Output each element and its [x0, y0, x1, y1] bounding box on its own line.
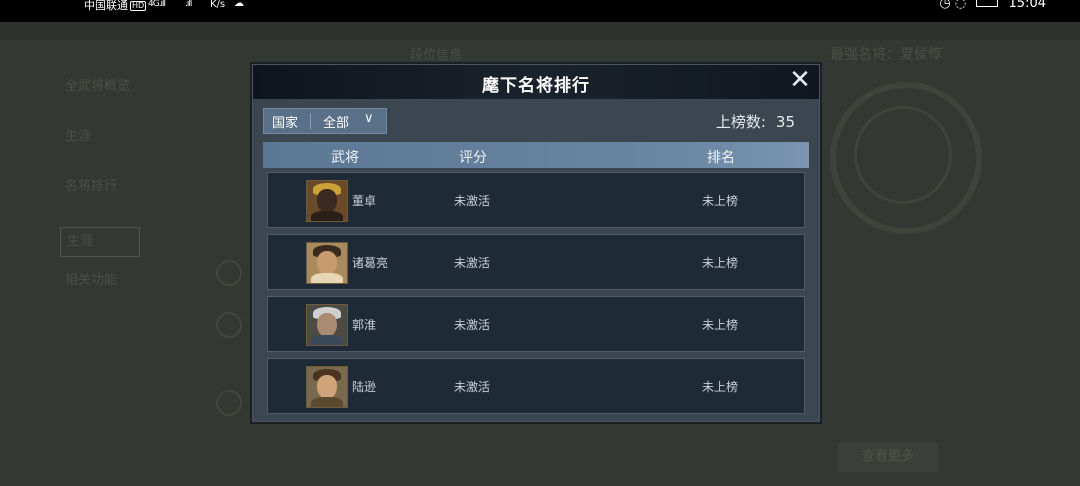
general-name: 陆逊	[352, 380, 377, 394]
camera-icon	[216, 390, 242, 416]
table-row[interactable]: 诸葛亮 未激活 未上榜	[267, 234, 805, 290]
table-row[interactable]: 陆逊 未激活 未上榜	[267, 358, 805, 414]
general-score: 未激活	[454, 318, 491, 332]
general-score: 未激活	[454, 256, 491, 270]
alarm-icon: ◷	[939, 0, 951, 11]
column-header-rank: 排名	[707, 150, 735, 166]
mute-icon: ◌	[954, 0, 967, 11]
carrier-label: 中国联通 HD	[84, 0, 147, 12]
general-portrait	[306, 242, 348, 284]
hd-icon: HD	[130, 1, 147, 11]
country-filter-dropdown[interactable]: 国家 全部 ∨	[263, 108, 387, 134]
emblem-inner	[854, 106, 952, 204]
filter-divider	[310, 113, 311, 129]
side-nav-item-selected[interactable]: 生涯	[60, 227, 140, 257]
side-nav-item[interactable]: 名将排行	[40, 177, 180, 227]
general-rank: 未上榜	[702, 380, 739, 394]
general-name: 诸葛亮	[352, 256, 389, 270]
general-rank: 未上榜	[702, 256, 739, 270]
side-nav: 全武将概览 生涯 名将排行 生涯 相关功能	[40, 77, 180, 321]
ranked-count-value: 35	[775, 113, 795, 131]
signal-icon: 4G.ıll	[148, 0, 166, 9]
general-name: 郭淮	[352, 318, 377, 332]
rank-info-label: 段位信息	[410, 48, 463, 63]
column-header-score: 评分	[459, 150, 487, 166]
general-rank: 未上榜	[702, 318, 739, 332]
camera-icon	[216, 312, 242, 338]
dialog-title: 麾下名将排行	[482, 76, 590, 96]
signal-icon-2: .ıll	[185, 0, 192, 9]
general-rank: 未上榜	[702, 194, 739, 208]
dialog-header: 麾下名将排行 ✕	[253, 65, 819, 99]
chevron-down-icon: ∨	[364, 111, 374, 126]
scene-top-bar	[0, 22, 1080, 40]
clock: 15:04	[1008, 0, 1046, 11]
close-button[interactable]: ✕	[787, 65, 813, 95]
best-general-label: 最强名将：夏侯惇	[830, 47, 942, 63]
column-header-general: 武将	[331, 150, 359, 166]
avatar-icon	[216, 260, 242, 286]
general-score: 未激活	[454, 194, 491, 208]
ranking-dialog: 麾下名将排行 ✕ 国家 全部 ∨ 上榜数: 35 武将 评分 排名 董卓 未激活 …	[252, 64, 820, 422]
filter-value: 全部	[323, 116, 350, 131]
ranked-count: 上榜数: 35	[716, 111, 795, 132]
side-nav-item[interactable]: 全武将概览	[40, 77, 180, 127]
general-portrait	[306, 304, 348, 346]
close-icon: ✕	[789, 65, 811, 95]
side-nav-item[interactable]: 相关功能	[40, 271, 180, 321]
general-portrait	[306, 366, 348, 408]
general-list: 董卓 未激活 未上榜 诸葛亮 未激活 未上榜 郭淮 未激活 未上榜 陆逊 未激活…	[267, 172, 805, 420]
table-row[interactable]: 董卓 未激活 未上榜	[267, 172, 805, 228]
table-header: 武将 评分 排名	[263, 142, 809, 168]
battery-icon	[976, 0, 999, 7]
ranked-count-label: 上榜数:	[715, 113, 766, 131]
side-nav-item[interactable]: 生涯	[40, 127, 180, 177]
table-row[interactable]: 郭淮 未激活 未上榜	[267, 296, 805, 352]
status-bar: 中国联通 HD 4G.ıll .ıll K/s ☁ ◷ ◌ 15:04	[0, 0, 1080, 22]
general-portrait	[306, 180, 348, 222]
view-more-button[interactable]: 查看更多	[838, 442, 938, 472]
filter-label: 国家	[272, 116, 299, 131]
wechat-icon: ☁	[234, 0, 244, 9]
status-right: ◷ ◌ 15:04	[939, 0, 1046, 11]
general-score: 未激活	[454, 380, 491, 394]
network-speed: K/s	[210, 0, 226, 10]
general-name: 董卓	[352, 194, 377, 208]
